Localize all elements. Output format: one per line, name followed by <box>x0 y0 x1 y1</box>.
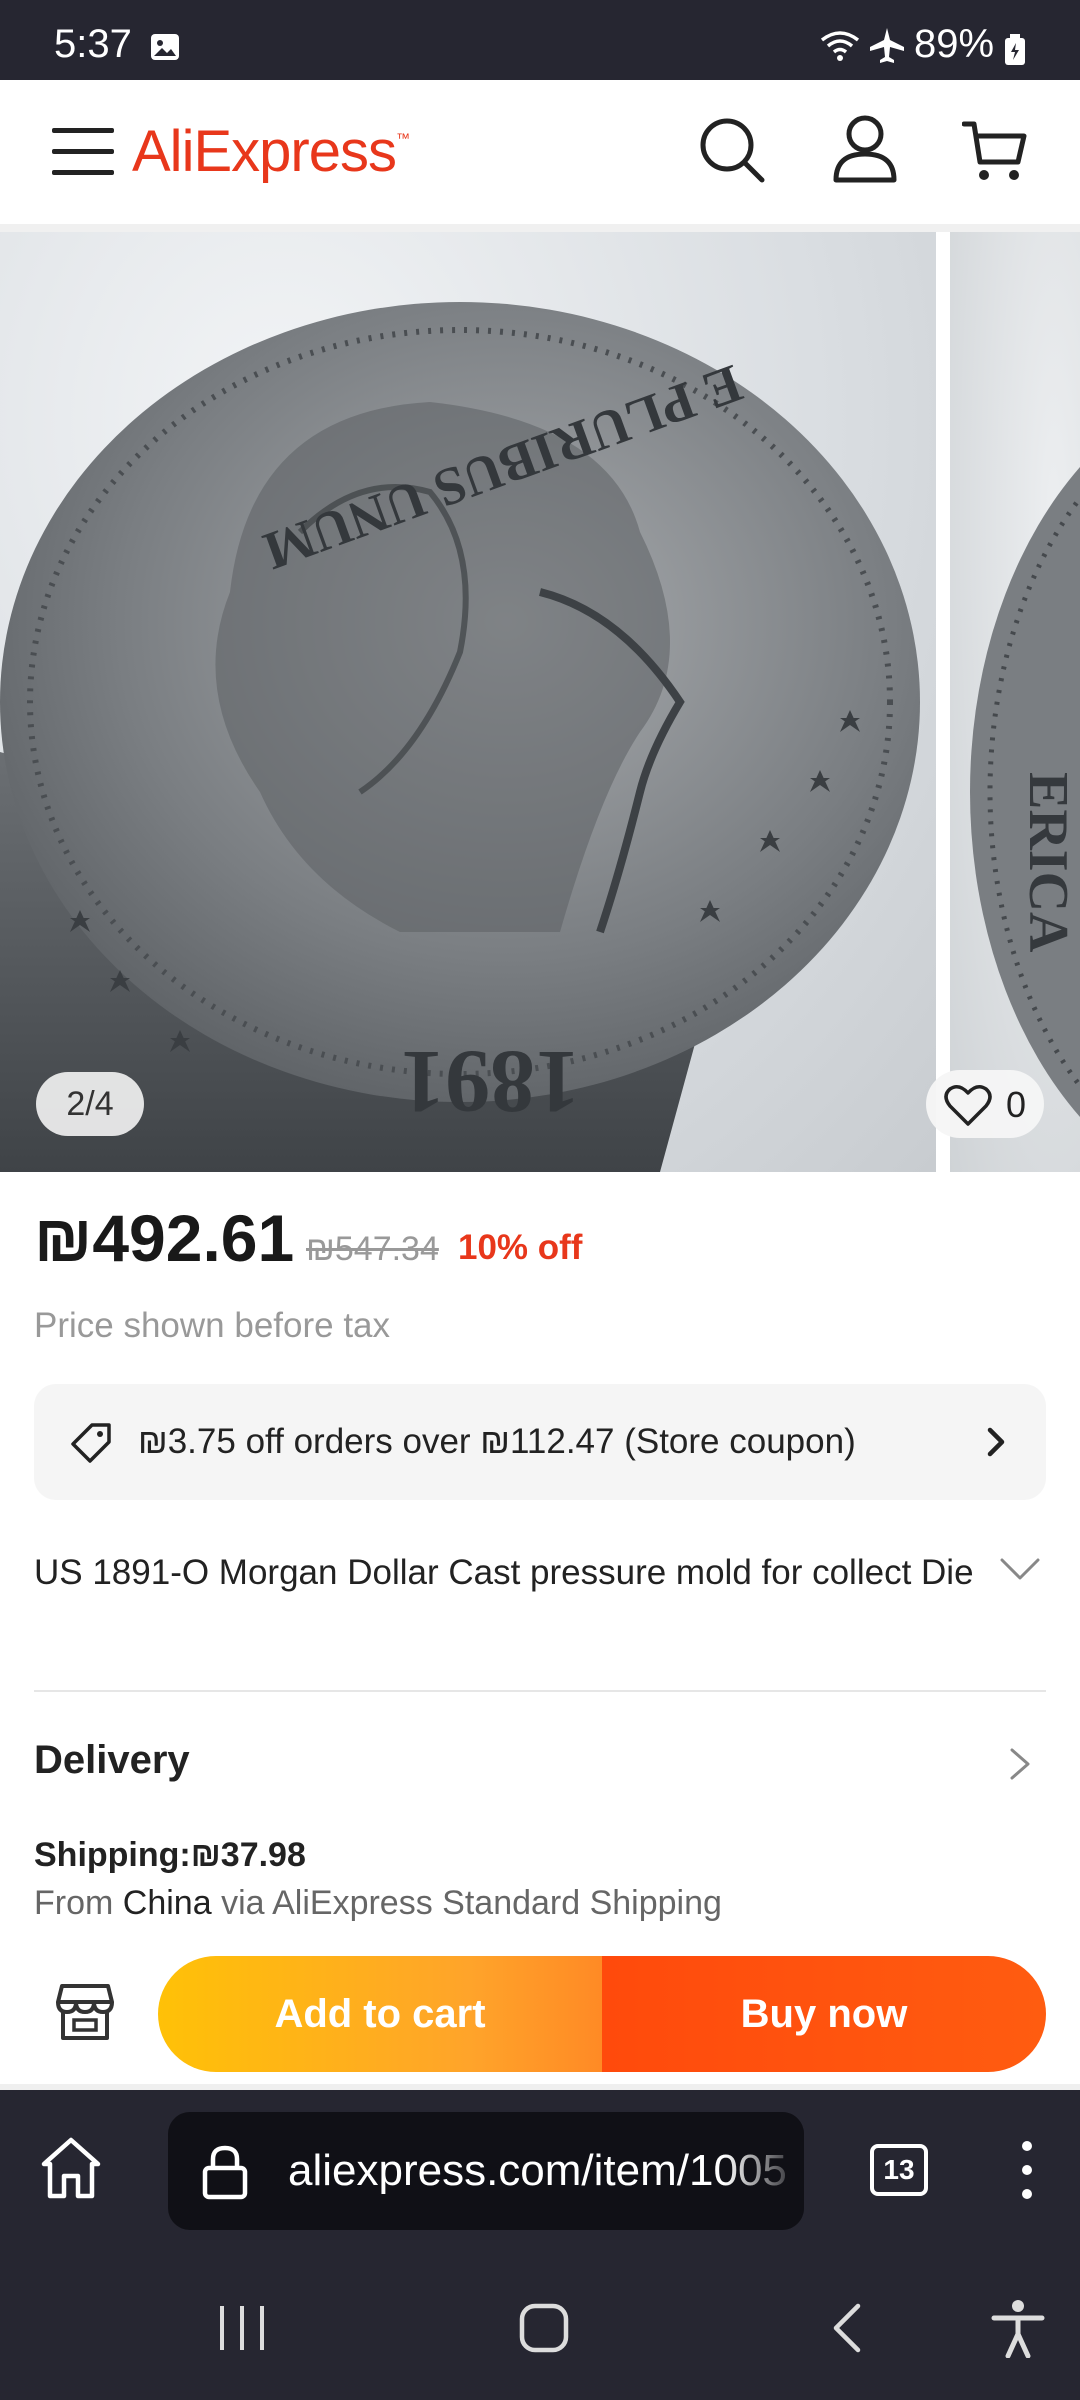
cart-icon[interactable] <box>962 118 1028 184</box>
url-fade <box>724 2112 804 2230</box>
shipping-origin: From China via AliExpress Standard Shipp… <box>34 1884 722 1923</box>
original-price: ₪547.34 <box>306 1230 439 1268</box>
tax-note: Price shown before tax <box>34 1306 391 1345</box>
store-coupon-banner[interactable]: ₪3.75 off orders over ₪112.47 (Store cou… <box>34 1384 1046 1500</box>
store-icon[interactable] <box>56 1982 114 2042</box>
coupon-text: ₪3.75 off orders over ₪112.47 (Store cou… <box>138 1422 856 1461</box>
nav-home-icon[interactable] <box>518 2302 570 2354</box>
chevron-right-icon[interactable] <box>1004 1746 1036 1782</box>
shipping-via: via AliExpress Standard Shipping <box>221 1884 722 1922</box>
account-icon[interactable] <box>832 114 898 184</box>
search-icon[interactable] <box>698 116 766 184</box>
delivery-heading[interactable]: Delivery <box>34 1738 190 1783</box>
address-bar[interactable]: aliexpress.com/item/1005 <box>168 2112 804 2230</box>
chevron-down-icon[interactable] <box>998 1552 1042 1586</box>
header-divider <box>0 224 1080 232</box>
battery-percent: 89% <box>914 22 995 66</box>
gallery-icon <box>151 34 179 60</box>
purchase-action-bar: Add to cart Buy now <box>0 1936 1080 2088</box>
shipping-from-prefix: From <box>34 1884 114 1922</box>
aliexpress-logo[interactable]: AliExpress™ <box>132 118 410 185</box>
coin-partial-text: ERICA <box>1017 772 1079 953</box>
back-icon[interactable] <box>830 2302 864 2354</box>
product-title: US 1891-O Morgan Dollar Cast pressure mo… <box>34 1553 974 1592</box>
add-to-cart-button[interactable]: Add to cart <box>158 1956 602 2072</box>
logo-text: AliExpress <box>132 119 397 184</box>
wishlist-count: 0 <box>1006 1084 1027 1125</box>
shipping-cost: Shipping:₪37.98 <box>34 1836 306 1874</box>
url-text: aliexpress.com/item/1005 <box>288 2146 787 2195</box>
more-icon[interactable] <box>1016 2138 1038 2202</box>
buy-now-button[interactable]: Buy now <box>602 1956 1046 2072</box>
lock-icon <box>202 2145 248 2200</box>
menu-icon[interactable] <box>52 124 114 180</box>
section-divider <box>34 1690 1046 1692</box>
home-icon[interactable] <box>40 2136 102 2200</box>
logo-tm: ™ <box>395 130 410 146</box>
system-navigation-bar <box>0 2250 1080 2400</box>
current-price: ₪492.61 <box>34 1201 295 1275</box>
heart-icon <box>944 1085 992 1126</box>
chevron-right-icon <box>987 1427 1005 1457</box>
product-gallery[interactable]: 1891 E PLURIBUS UNUM 2/4 ERICA 0 <box>0 232 1080 1172</box>
image-counter: 2/4 <box>36 1072 144 1136</box>
status-time: 5:37 <box>54 22 132 66</box>
battery-icon <box>1005 34 1025 65</box>
wishlist-button[interactable]: 0 <box>926 1070 1044 1138</box>
wifi-icon <box>820 31 860 61</box>
product-image-main[interactable]: 1891 E PLURIBUS UNUM 2/4 <box>0 232 936 1172</box>
browser-toolbar: aliexpress.com/item/1005 13 <box>0 2090 1080 2250</box>
shipping-from-country: China <box>122 1884 212 1922</box>
site-header: AliExpress™ <box>0 80 1080 224</box>
airplane-icon <box>870 28 904 63</box>
status-bar: 5:37 89% <box>0 0 1080 80</box>
coin-partial-illustration: ERICA <box>970 467 1080 1117</box>
recent-apps-icon[interactable] <box>214 2304 270 2352</box>
discount-label: 10% off <box>458 1228 583 1267</box>
product-image-next[interactable]: ERICA <box>950 232 1080 1172</box>
coin-illustration: 1891 E PLURIBUS UNUM <box>0 302 920 1172</box>
coin-year-text: 1891 <box>400 1032 580 1131</box>
tab-switcher-button[interactable]: 13 <box>870 2144 928 2196</box>
accessibility-icon[interactable] <box>990 2298 1046 2358</box>
tag-icon <box>71 1423 111 1463</box>
